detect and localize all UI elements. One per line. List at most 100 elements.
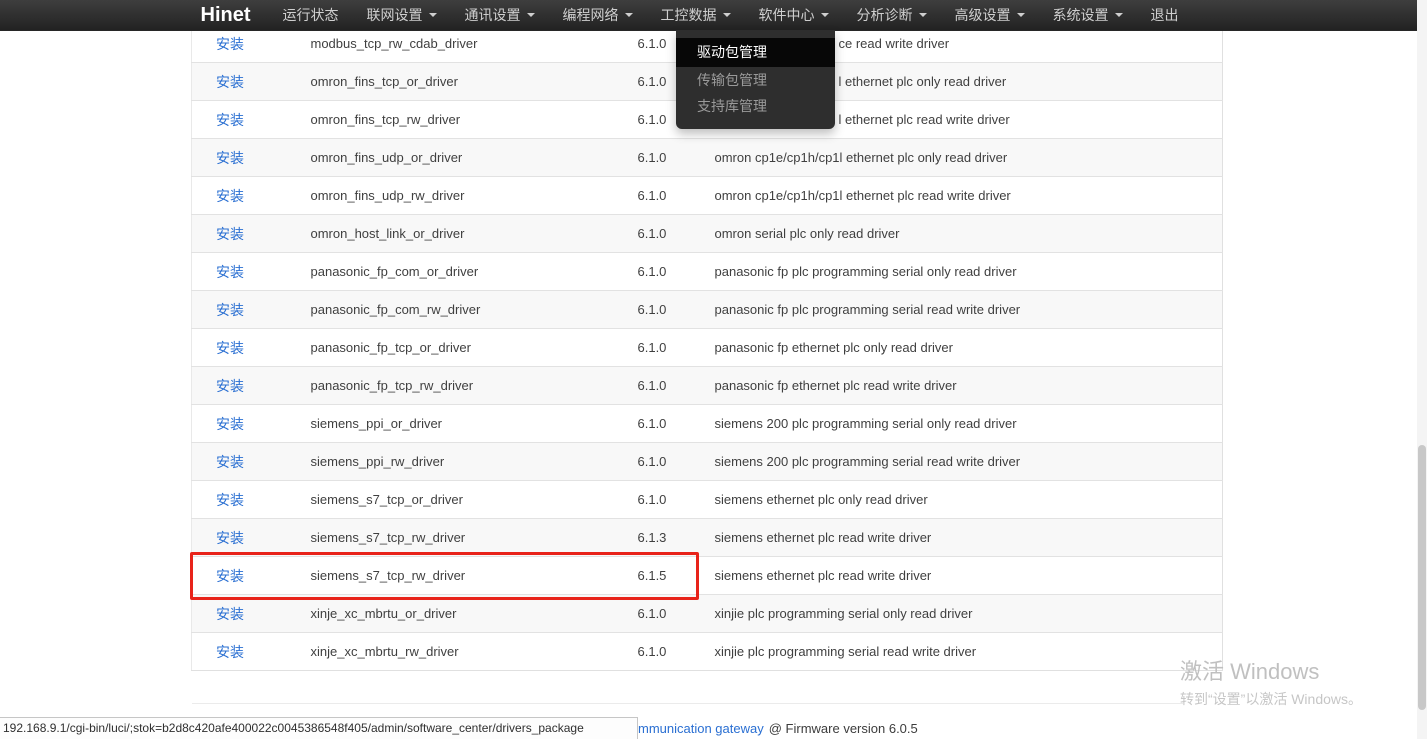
driver-version: 6.1.0	[629, 329, 706, 367]
menu-item-transfer-package-management[interactable]: 传输包管理	[676, 67, 835, 93]
driver-row: 安装omron_fins_udp_or_driver6.1.0omron cp1…	[192, 139, 1223, 177]
driver-version: 6.1.0	[629, 291, 706, 329]
software-center-dropdown: 驱动包管理传输包管理支持库管理	[676, 30, 835, 129]
driver-version: 6.1.0	[629, 481, 706, 519]
nav-item-logout[interactable]: 退出	[1137, 0, 1193, 30]
page: 安装modbus_tcp_rw_cdab_driver6.1.0ce read …	[0, 0, 1427, 739]
install-cell: 安装	[192, 253, 302, 291]
footer-divider	[192, 703, 1183, 704]
driver-row: 安装siemens_s7_tcp_rw_driver6.1.5siemens e…	[192, 557, 1223, 595]
install-link[interactable]: 安装	[216, 378, 244, 394]
nav-item-analysis-diagnosis[interactable]: 分析诊断	[843, 0, 941, 30]
firmware-version-text: @ Firmware version 6.0.5	[769, 721, 918, 736]
driver-row: 安装panasonic_fp_com_rw_driver6.1.0panason…	[192, 291, 1223, 329]
caret-down-icon	[1017, 13, 1025, 17]
install-cell: 安装	[192, 101, 302, 139]
nav-item-run-status[interactable]: 运行状态	[269, 0, 353, 30]
caret-down-icon	[1115, 13, 1123, 17]
nav-item-system-settings[interactable]: 系统设置	[1039, 0, 1137, 30]
install-link[interactable]: 安装	[216, 150, 244, 166]
driver-name: omron_fins_tcp_rw_driver	[302, 101, 629, 139]
driver-name: panasonic_fp_com_or_driver	[302, 253, 629, 291]
install-link[interactable]: 安装	[216, 492, 244, 508]
footer: mmunication gateway @ Firmware version 6.…	[638, 721, 918, 736]
nav-item-network-setup[interactable]: 联网设置	[353, 0, 451, 30]
footer-gateway-link[interactable]: mmunication gateway	[638, 721, 764, 736]
driver-version: 6.1.0	[629, 215, 706, 253]
caret-down-icon	[527, 13, 535, 17]
driver-description: panasonic fp plc programming serial only…	[706, 253, 1223, 291]
nav-item-label: 软件中心	[759, 5, 815, 25]
install-cell: 安装	[192, 63, 302, 101]
driver-name: panasonic_fp_tcp_or_driver	[302, 329, 629, 367]
brand-logo[interactable]: Hinet	[201, 0, 251, 30]
navbar-menu: 运行状态联网设置 通讯设置 编程网络 工控数据软件中心 分析诊断 高级设置系统设置退出	[269, 0, 1193, 30]
driver-row: 安装omron_fins_udp_rw_driver6.1.0omron cp1…	[192, 177, 1223, 215]
install-link[interactable]: 安装	[216, 302, 244, 318]
nav-item-label: 联网设置	[367, 5, 423, 25]
driver-version: 6.1.0	[629, 405, 706, 443]
driver-row: 安装 siemens_s7_tcp_or_driver6.1.0siemens e…	[192, 481, 1223, 519]
install-link[interactable]: 安装	[216, 36, 244, 52]
install-link[interactable]: 安装	[216, 340, 244, 356]
driver-description: siemens ethernet plc read write driver	[706, 519, 1223, 557]
watermark-subtitle: 转到“设置”以激活 Windows。	[1180, 689, 1362, 709]
driver-version: 6.1.0	[629, 633, 706, 671]
driver-name: siemens_ppi_rw_driver	[302, 443, 629, 481]
driver-name: siemens_s7_tcp_or_driver	[302, 481, 629, 519]
caret-down-icon	[625, 13, 633, 17]
install-link[interactable]: 安装	[216, 568, 244, 584]
driver-description: panasonic fp plc programming serial read…	[706, 291, 1223, 329]
driver-version: 6.1.0	[629, 177, 706, 215]
caret-down-icon	[429, 13, 437, 17]
driver-description: siemens 200 plc programming serial read …	[706, 443, 1223, 481]
caret-down-icon	[821, 13, 829, 17]
install-cell: 安装	[192, 405, 302, 443]
driver-description: siemens ethernet plc only read driver	[706, 481, 1223, 519]
nav-item-label: 通讯设置	[465, 5, 521, 25]
driver-version: 6.1.0	[629, 443, 706, 481]
navbar-inner: Hinet 运行状态联网设置 通讯设置 编程网络 工控数据软件中心 分析诊断 高级设置系统…	[199, 0, 1229, 30]
driver-version: 6.1.0	[629, 367, 706, 405]
driver-description: xinjie plc programming serial only read …	[706, 595, 1223, 633]
install-link[interactable]: 安装	[216, 606, 244, 622]
nav-item-label: 编程网络	[563, 5, 619, 25]
driver-name: xinje_xc_mbrtu_or_driver	[302, 595, 629, 633]
driver-row: 安装siemens_ppi_or_driver6.1.0siemens 200 …	[192, 405, 1223, 443]
install-link[interactable]: 安装	[216, 644, 244, 660]
install-cell: 安装	[192, 215, 302, 253]
menu-item-driver-package-management[interactable]: 驱动包管理	[676, 38, 835, 67]
caret-down-icon	[723, 13, 731, 17]
driver-row: 安装xinje_xc_mbrtu_or_driver6.1.0xinjie pl…	[192, 595, 1223, 633]
install-cell: 安装	[192, 595, 302, 633]
install-link[interactable]: 安装	[216, 264, 244, 280]
install-link[interactable]: 安装	[216, 74, 244, 90]
scrollbar[interactable]	[1417, 0, 1427, 739]
install-cell: 安装	[192, 329, 302, 367]
install-link[interactable]: 安装	[216, 530, 244, 546]
driver-name: siemens_s7_tcp_rw_driver	[302, 519, 629, 557]
install-link[interactable]: 安装	[216, 188, 244, 204]
nav-item-industrial-data[interactable]: 工控数据	[647, 0, 745, 30]
driver-row: 安装omron_host_link_or_driver6.1.0omron se…	[192, 215, 1223, 253]
menu-item-support-library-management[interactable]: 支持库管理	[676, 93, 835, 119]
driver-description: omron cp1e/cp1h/cp1l ethernet plc read w…	[706, 177, 1223, 215]
nav-item-comm-setup[interactable]: 通讯设置	[451, 0, 549, 30]
nav-item-software-center[interactable]: 软件中心	[745, 0, 843, 30]
driver-version: 6.1.0	[629, 139, 706, 177]
scrollbar-thumb[interactable]	[1418, 445, 1426, 710]
driver-row: 安装 siemens_ppi_rw_driver6.1.0siemens 200 …	[192, 443, 1223, 481]
driver-row: 安装panasonic_fp_tcp_rw_driver6.1.0panason…	[192, 367, 1223, 405]
driver-name: omron_fins_tcp_or_driver	[302, 63, 629, 101]
install-link[interactable]: 安装	[216, 226, 244, 242]
driver-description: panasonic fp ethernet plc read write dri…	[706, 367, 1223, 405]
install-link[interactable]: 安装	[216, 112, 244, 128]
driver-description: panasonic fp ethernet plc only read driv…	[706, 329, 1223, 367]
driver-row: 安装xinje_xc_mbrtu_rw_driver6.1.0xinjie pl…	[192, 633, 1223, 671]
nav-item-programming-network[interactable]: 编程网络	[549, 0, 647, 30]
navbar: Hinet 运行状态联网设置 通讯设置 编程网络 工控数据软件中心 分析诊断 高级设置系统…	[0, 0, 1427, 31]
nav-item-advanced-settings[interactable]: 高级设置	[941, 0, 1039, 30]
install-link[interactable]: 安装	[216, 454, 244, 470]
install-link[interactable]: 安装	[216, 416, 244, 432]
nav-item-label: 分析诊断	[857, 5, 913, 25]
